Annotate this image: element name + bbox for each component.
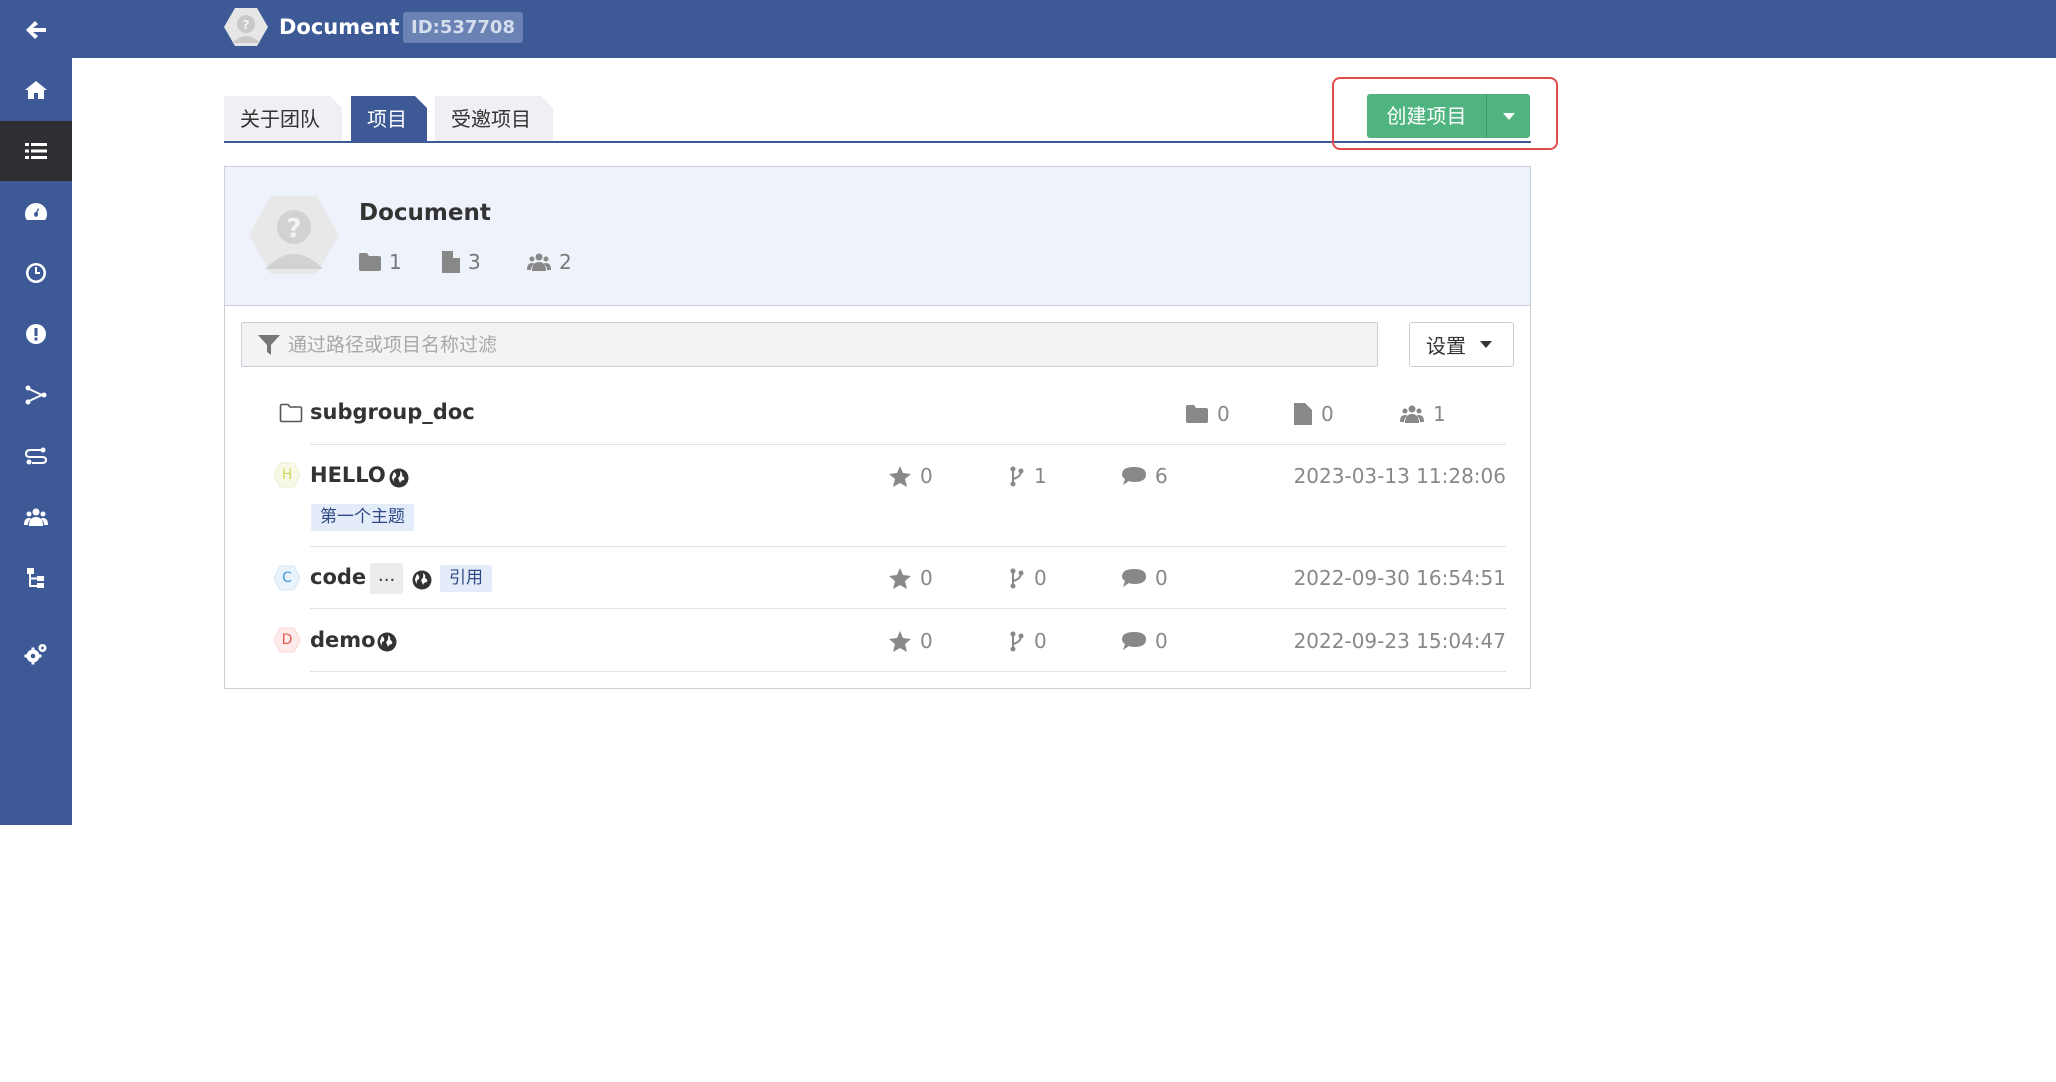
sidebar-item-issues[interactable] (0, 304, 72, 364)
fork-count: 1 (1009, 464, 1047, 488)
sidebar-item-home[interactable] (0, 60, 72, 120)
caret-down-icon (1502, 112, 1515, 120)
star-icon (889, 630, 911, 652)
file-icon (1294, 403, 1312, 425)
sidebar-item-activity[interactable] (0, 243, 72, 303)
star-icon (889, 465, 911, 487)
row-divider (310, 608, 1506, 609)
comment-count: 0 (1122, 629, 1168, 653)
star-count: 0 (889, 629, 933, 653)
group-id-badge: ID:537708 (403, 12, 523, 43)
project-name[interactable]: code (310, 565, 366, 589)
comment-icon (1122, 569, 1146, 587)
projects-panel: ? Document 1 3 2 设置 subgroup_doc 0 (224, 166, 1531, 689)
sidebar (0, 0, 72, 825)
dashboard-icon (25, 203, 47, 220)
reference-badge[interactable]: 引用 (440, 565, 492, 592)
filter-input[interactable] (288, 323, 1368, 366)
clock-icon (26, 263, 46, 283)
sidebar-item-dashboard[interactable] (0, 182, 72, 242)
project-name[interactable]: demo (310, 628, 376, 652)
project-avatar: D (273, 627, 301, 653)
filter-icon (258, 335, 280, 355)
folder-outline-icon (279, 403, 303, 423)
subgroup-name[interactable]: subgroup_doc (310, 400, 475, 424)
fork-icon (1010, 631, 1024, 651)
globe-icon (412, 570, 432, 590)
comment-count: 0 (1122, 566, 1168, 590)
globe-icon (377, 632, 397, 652)
fork-icon (1010, 466, 1024, 486)
tab-projects[interactable]: 项目 (351, 96, 427, 142)
sidebar-item-tree[interactable] (0, 548, 72, 608)
subgroup-folder-count: 0 (1186, 402, 1230, 426)
sidebar-item-members[interactable] (0, 487, 72, 547)
users-icon (24, 508, 48, 526)
row-divider (310, 671, 1506, 672)
project-avatar: C (273, 565, 301, 591)
row-divider (310, 546, 1506, 547)
row-divider (310, 444, 1506, 445)
star-count: 0 (889, 464, 933, 488)
sidebar-item-merge-requests[interactable] (0, 365, 72, 425)
group-title: Document (279, 15, 400, 39)
group-member-count: 2 (527, 250, 572, 274)
list-icon (25, 143, 47, 159)
create-project-button[interactable]: 创建项目 (1367, 94, 1486, 138)
star-icon (889, 567, 911, 589)
comment-count: 6 (1122, 464, 1168, 488)
file-icon (442, 251, 460, 273)
settings-label: 设置 (1426, 334, 1466, 358)
svg-text:?: ? (243, 18, 250, 32)
group-avatar-large: ? (249, 196, 339, 274)
project-name[interactable]: HELLO (310, 463, 386, 487)
top-bar: ? Document ID:537708 (72, 0, 2056, 58)
globe-icon (389, 468, 409, 488)
fork-count: 0 (1009, 629, 1047, 653)
tab-about-team[interactable]: 关于团队 (224, 96, 342, 142)
group-name: Document (359, 200, 491, 226)
folder-icon (359, 253, 381, 271)
filter-box (241, 322, 1378, 367)
subgroup-member-count: 1 (1400, 402, 1446, 426)
fork-icon (1010, 568, 1024, 588)
back-button[interactable] (0, 0, 72, 60)
back-arrow-icon (26, 21, 46, 39)
create-project-dropdown-toggle[interactable] (1486, 94, 1530, 138)
tree-icon (27, 568, 44, 588)
topic-tag[interactable]: 第一个主题 (311, 504, 414, 531)
group-avatar: ? (224, 8, 268, 46)
updated-time: 2022-09-30 16:54:51 (1293, 566, 1506, 590)
subgroup-doc-count: 0 (1294, 402, 1334, 426)
group-folder-count: 1 (359, 250, 402, 274)
comment-icon (1122, 632, 1146, 650)
star-count: 0 (889, 566, 933, 590)
users-icon (527, 253, 551, 271)
comment-icon (1122, 467, 1146, 485)
sidebar-item-settings[interactable] (0, 624, 72, 684)
project-avatar: H (273, 462, 301, 488)
merge-icon (25, 385, 47, 405)
alert-icon (26, 324, 46, 344)
group-doc-count: 3 (442, 250, 481, 274)
fork-count: 0 (1009, 566, 1047, 590)
group-summary: ? Document 1 3 2 (225, 167, 1530, 306)
users-icon (1400, 405, 1424, 423)
updated-time: 2023-03-13 11:28:06 (1293, 464, 1506, 488)
caret-down-icon (1480, 341, 1492, 348)
home-icon (25, 81, 47, 99)
folder-icon (1186, 405, 1208, 423)
gears-icon (24, 644, 47, 665)
more-tags-button[interactable]: ... (370, 563, 404, 594)
settings-dropdown[interactable]: 设置 (1409, 322, 1514, 367)
sidebar-item-projects[interactable] (0, 121, 72, 181)
updated-time: 2022-09-23 15:04:47 (1293, 629, 1506, 653)
sidebar-item-pipelines[interactable] (0, 426, 72, 486)
tab-invited-projects[interactable]: 受邀项目 (435, 96, 553, 142)
route-icon (24, 447, 48, 465)
svg-text:?: ? (286, 214, 301, 244)
